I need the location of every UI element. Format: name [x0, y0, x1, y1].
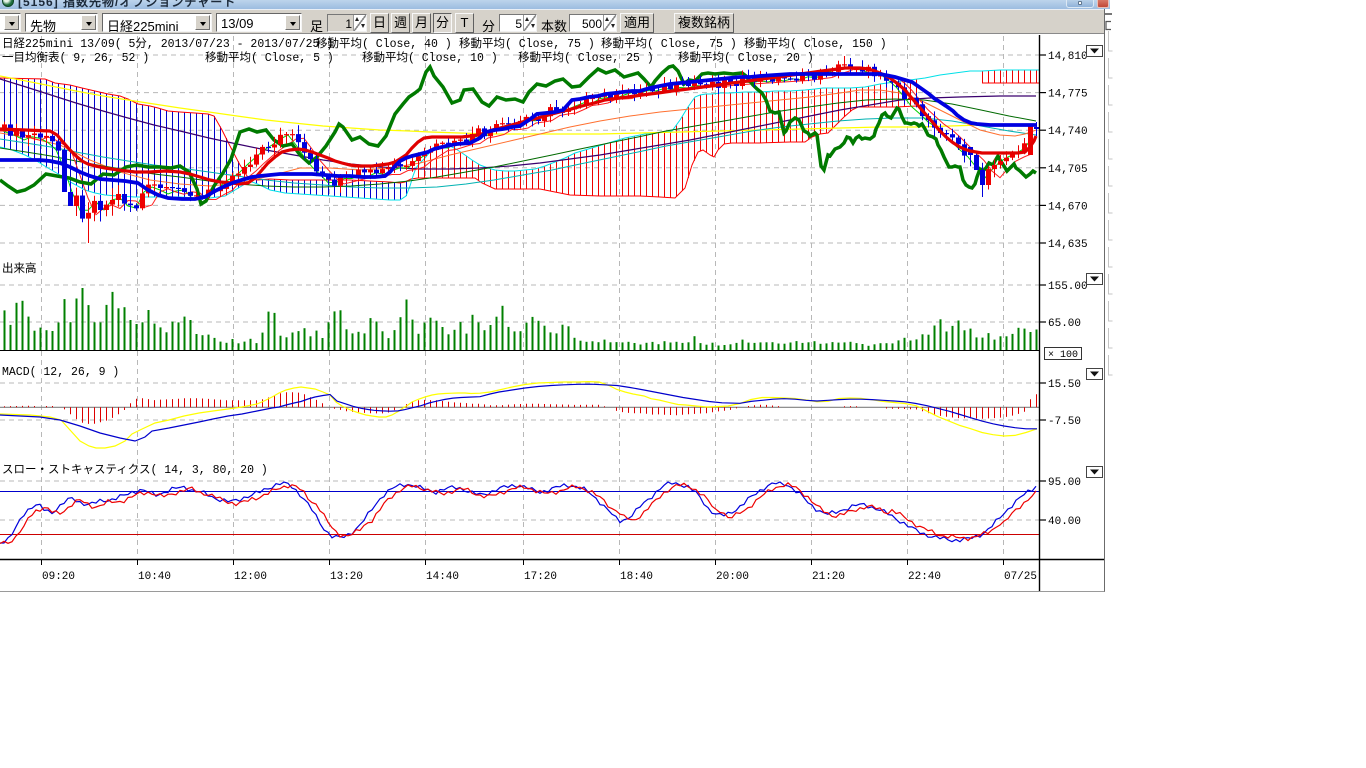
svg-text:一目均衡表( 9, 26, 52 ): 一目均衡表( 9, 26, 52 ): [2, 50, 149, 65]
svg-text:14,810: 14,810: [1048, 51, 1088, 63]
svg-text:移動平均( Close, 75 ): 移動平均( Close, 75 ): [601, 36, 737, 51]
svg-text:15.50: 15.50: [1048, 379, 1081, 391]
svg-text:10:40: 10:40: [138, 571, 171, 583]
svg-text:65.00: 65.00: [1048, 318, 1081, 330]
svg-text:移動平均( Close, 10 ): 移動平均( Close, 10 ): [362, 50, 498, 65]
svg-text:移動平均( Close, 150 ): 移動平均( Close, 150 ): [744, 36, 887, 51]
svg-text:14,635: 14,635: [1048, 239, 1088, 251]
svg-text:155.00: 155.00: [1048, 281, 1088, 293]
svg-text:40.00: 40.00: [1048, 516, 1081, 528]
svg-text:14,670: 14,670: [1048, 201, 1088, 213]
svg-text:09:20: 09:20: [42, 571, 75, 583]
svg-text:移動平均( Close, 75 ): 移動平均( Close, 75 ): [459, 36, 595, 51]
svg-text:-7.50: -7.50: [1048, 416, 1081, 428]
svg-text:移動平均( Close, 40 ): 移動平均( Close, 40 ): [316, 36, 452, 51]
svg-text:17:20: 17:20: [524, 571, 557, 583]
svg-text:MACD( 12, 26, 9 ): MACD( 12, 26, 9 ): [2, 366, 119, 379]
svg-text:95.00: 95.00: [1048, 477, 1081, 489]
svg-text:スロー・ストキャスティクス( 14, 3, 80, 20 ): スロー・ストキャスティクス( 14, 3, 80, 20 ): [2, 463, 268, 477]
svg-text:18:40: 18:40: [620, 571, 653, 583]
svg-text:14,740: 14,740: [1048, 126, 1088, 138]
svg-text:× 100: × 100: [1048, 350, 1078, 361]
svg-text:07/25: 07/25: [1004, 571, 1037, 583]
svg-text:14,705: 14,705: [1048, 164, 1088, 176]
svg-text:日経225mini 13/09( 5分, 2013/07/2: 日経225mini 13/09( 5分, 2013/07/23 - 2013/0…: [2, 37, 333, 51]
svg-text:20:00: 20:00: [716, 571, 749, 583]
svg-text:移動平均( Close, 20 ): 移動平均( Close, 20 ): [678, 50, 814, 65]
svg-text:21:20: 21:20: [812, 571, 845, 583]
svg-text:移動平均( Close, 5 ): 移動平均( Close, 5 ): [205, 50, 334, 65]
svg-text:出来高: 出来高: [2, 261, 37, 276]
svg-text:移動平均( Close, 25 ): 移動平均( Close, 25 ): [518, 50, 654, 65]
svg-text:13:20: 13:20: [330, 571, 363, 583]
svg-text:14,775: 14,775: [1048, 89, 1088, 101]
svg-text:22:40: 22:40: [908, 571, 941, 583]
svg-text:12:00: 12:00: [234, 571, 267, 583]
svg-text:14:40: 14:40: [426, 571, 459, 583]
